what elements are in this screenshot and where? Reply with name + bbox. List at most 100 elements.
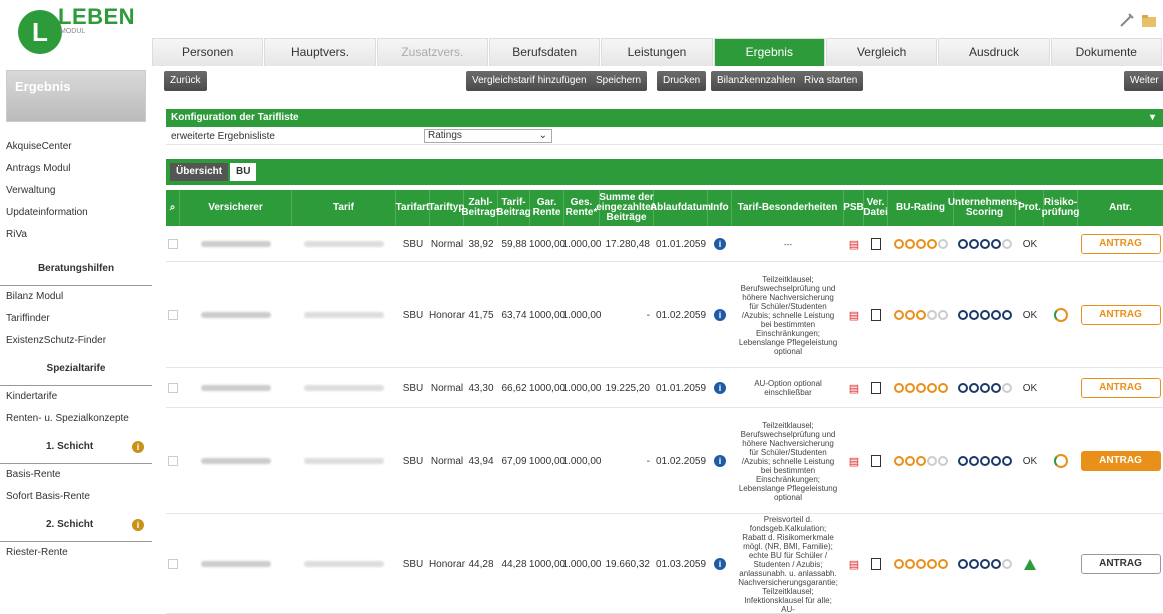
col-zahlbeitrag[interactable]: Zahl-Beitrag* <box>461 190 500 226</box>
pdf-icon[interactable]: ▤ <box>849 455 859 468</box>
sidebar-item-riester[interactable]: Riester-Rente <box>0 542 152 564</box>
tools-icon[interactable] <box>1119 12 1135 28</box>
antrag-button[interactable]: ANTRAG <box>1080 451 1161 471</box>
sidebar-item-tariffinder[interactable]: Tariffinder <box>0 308 152 330</box>
col-risiko[interactable]: Risiko-prüfung <box>1042 190 1079 226</box>
sidebar-item-riva[interactable]: RiVa <box>0 224 152 246</box>
info-icon[interactable]: i <box>132 519 144 531</box>
zahlbeitrag-cell-value: 41,75 <box>468 309 494 321</box>
info-icon[interactable]: i <box>714 382 726 394</box>
sidebar-item-renten[interactable]: Renten- u. Spezialkonzepte <box>0 408 152 430</box>
col-ablauf[interactable]: Ablaufdatum <box>650 190 711 226</box>
document-icon[interactable] <box>871 558 881 570</box>
sidebar-item-akquise[interactable]: AkquiseCenter <box>0 136 152 158</box>
sidebar-item-kinder[interactable]: Kindertarife <box>0 386 152 408</box>
col-tarifbeitrag[interactable]: Tarif-Beitrag <box>496 190 531 226</box>
col-ver-datei[interactable]: Ver. Datei <box>863 190 888 226</box>
col-antrag[interactable]: Antr. <box>1078 190 1163 226</box>
document-icon[interactable] <box>871 382 881 394</box>
besonderheiten-cell: --- <box>732 226 844 262</box>
antrag-button[interactable]: ANTRAG <box>1080 378 1161 398</box>
info-icon[interactable]: i <box>132 441 144 453</box>
col-info[interactable]: Info <box>708 190 732 226</box>
document-icon[interactable] <box>871 238 881 250</box>
antrag-button[interactable]: ANTRAG <box>1080 305 1161 325</box>
row-checkbox[interactable] <box>168 239 178 249</box>
col-summe[interactable]: Summe der eingezahlten Beiträge <box>596 190 657 226</box>
info-icon[interactable]: i <box>714 309 726 321</box>
col-psb[interactable]: PSB <box>843 190 864 226</box>
col-versicherer[interactable]: Versicherer <box>180 190 292 226</box>
add-compare-button[interactable]: Vergleichstarif hinzufügen <box>466 71 593 91</box>
sidebar-item-update[interactable]: Updateinformation <box>0 202 152 224</box>
col-tarifart[interactable]: Tarifart <box>396 190 430 226</box>
info-icon[interactable]: i <box>714 455 726 467</box>
tab-vergleich[interactable]: Vergleich <box>825 38 938 66</box>
config-header[interactable]: Konfiguration der Tarifliste ▾ <box>166 109 1163 127</box>
chevron-down-icon[interactable]: ▾ <box>1150 109 1155 127</box>
col-unternehmen[interactable]: Unternehmens-Scoring <box>948 190 1021 226</box>
bu-rating-ring-icon <box>904 559 915 569</box>
riva-button[interactable]: Riva starten <box>798 71 864 91</box>
row-checkbox[interactable] <box>168 559 178 569</box>
antrag-button[interactable]: ANTRAG <box>1080 234 1161 254</box>
bu-rating-ring-icon <box>937 559 948 569</box>
ratings-select[interactable]: Ratings ⌄ <box>424 129 552 143</box>
row-select[interactable] <box>166 226 180 262</box>
pdf-icon[interactable]: ▤ <box>849 309 859 322</box>
tab-ausdruck[interactable]: Ausdruck <box>938 38 1050 66</box>
print-button[interactable]: Drucken <box>657 71 707 91</box>
bu-rating-ring-icon <box>937 239 948 249</box>
row-select[interactable] <box>166 262 180 368</box>
back-button[interactable]: Zurück <box>164 71 207 91</box>
tab-ergebnis[interactable]: Ergebnis <box>713 38 825 66</box>
sidebar-item-sofort[interactable]: Sofort Basis-Rente <box>0 486 152 508</box>
info-cell: i <box>708 514 732 614</box>
pdf-icon[interactable]: ▤ <box>849 238 859 251</box>
save-button[interactable]: Speichern <box>590 71 648 91</box>
bu-rating-cell <box>888 226 954 262</box>
col-tariftyp[interactable]: Tariftyp <box>429 190 464 226</box>
document-icon[interactable] <box>871 455 881 467</box>
zahlbeitrag-cell: 38,92 <box>464 226 498 262</box>
info-icon[interactable]: i <box>714 238 726 250</box>
risiko-cell <box>1044 408 1078 514</box>
antrag-button[interactable]: ANTRAG <box>1080 554 1161 574</box>
tab-bu[interactable]: BU <box>230 163 257 181</box>
col-bu-rating[interactable]: BU-Rating <box>888 190 954 226</box>
row-select[interactable] <box>166 368 180 408</box>
row-checkbox[interactable] <box>168 383 178 393</box>
ges-rente-cell-value: 1.000,00 <box>562 238 602 250</box>
row-select[interactable] <box>166 408 180 514</box>
pdf-icon[interactable]: ▤ <box>849 382 859 395</box>
tab-hauptvers[interactable]: Hauptvers. <box>264 38 376 66</box>
tab-berufsdaten[interactable]: Berufsdaten <box>488 38 601 66</box>
scoring-ring-icon <box>1001 456 1012 466</box>
sidebar-item-existenz[interactable]: ExistenzSchutz-Finder <box>0 330 152 352</box>
tab-leistungen[interactable]: Leistungen <box>601 38 713 66</box>
tab-uebersicht[interactable]: Übersicht <box>170 163 229 181</box>
col-prot[interactable]: Prot. <box>1016 190 1044 226</box>
row-checkbox[interactable] <box>168 310 178 320</box>
row-select[interactable] <box>166 514 180 614</box>
col-ges-rente[interactable]: Ges. Rente* <box>564 190 600 226</box>
next-button[interactable]: Weiter <box>1124 71 1163 91</box>
document-icon[interactable] <box>871 309 881 321</box>
info-icon[interactable]: i <box>714 558 726 570</box>
row-checkbox[interactable] <box>168 456 178 466</box>
tab-personen[interactable]: Personen <box>152 38 264 66</box>
tab-dokumente[interactable]: Dokumente <box>1050 38 1162 66</box>
sidebar-item-verwaltung[interactable]: Verwaltung <box>0 180 152 202</box>
folder-icon[interactable] <box>1141 12 1157 28</box>
col-gar-rente[interactable]: Gar. Rente <box>530 190 564 226</box>
bilanz-button[interactable]: Bilanzkennzahlen <box>711 71 802 91</box>
sidebar-item-bilanz[interactable]: Bilanz Modul <box>0 286 152 308</box>
col-besonderheiten[interactable]: Tarif-Besonderheiten <box>732 190 844 226</box>
pdf-icon[interactable]: ▤ <box>849 558 859 571</box>
sidebar-item-antrags[interactable]: Antrags Modul <box>0 158 152 180</box>
col-tarif[interactable]: Tarif <box>292 190 396 226</box>
tarifart-cell-value: SBU <box>402 558 424 570</box>
search-icon[interactable]: ⌕ <box>166 190 180 226</box>
tarifart-cell: SBU <box>396 408 430 514</box>
sidebar-item-basis[interactable]: Basis-Rente <box>0 464 152 486</box>
